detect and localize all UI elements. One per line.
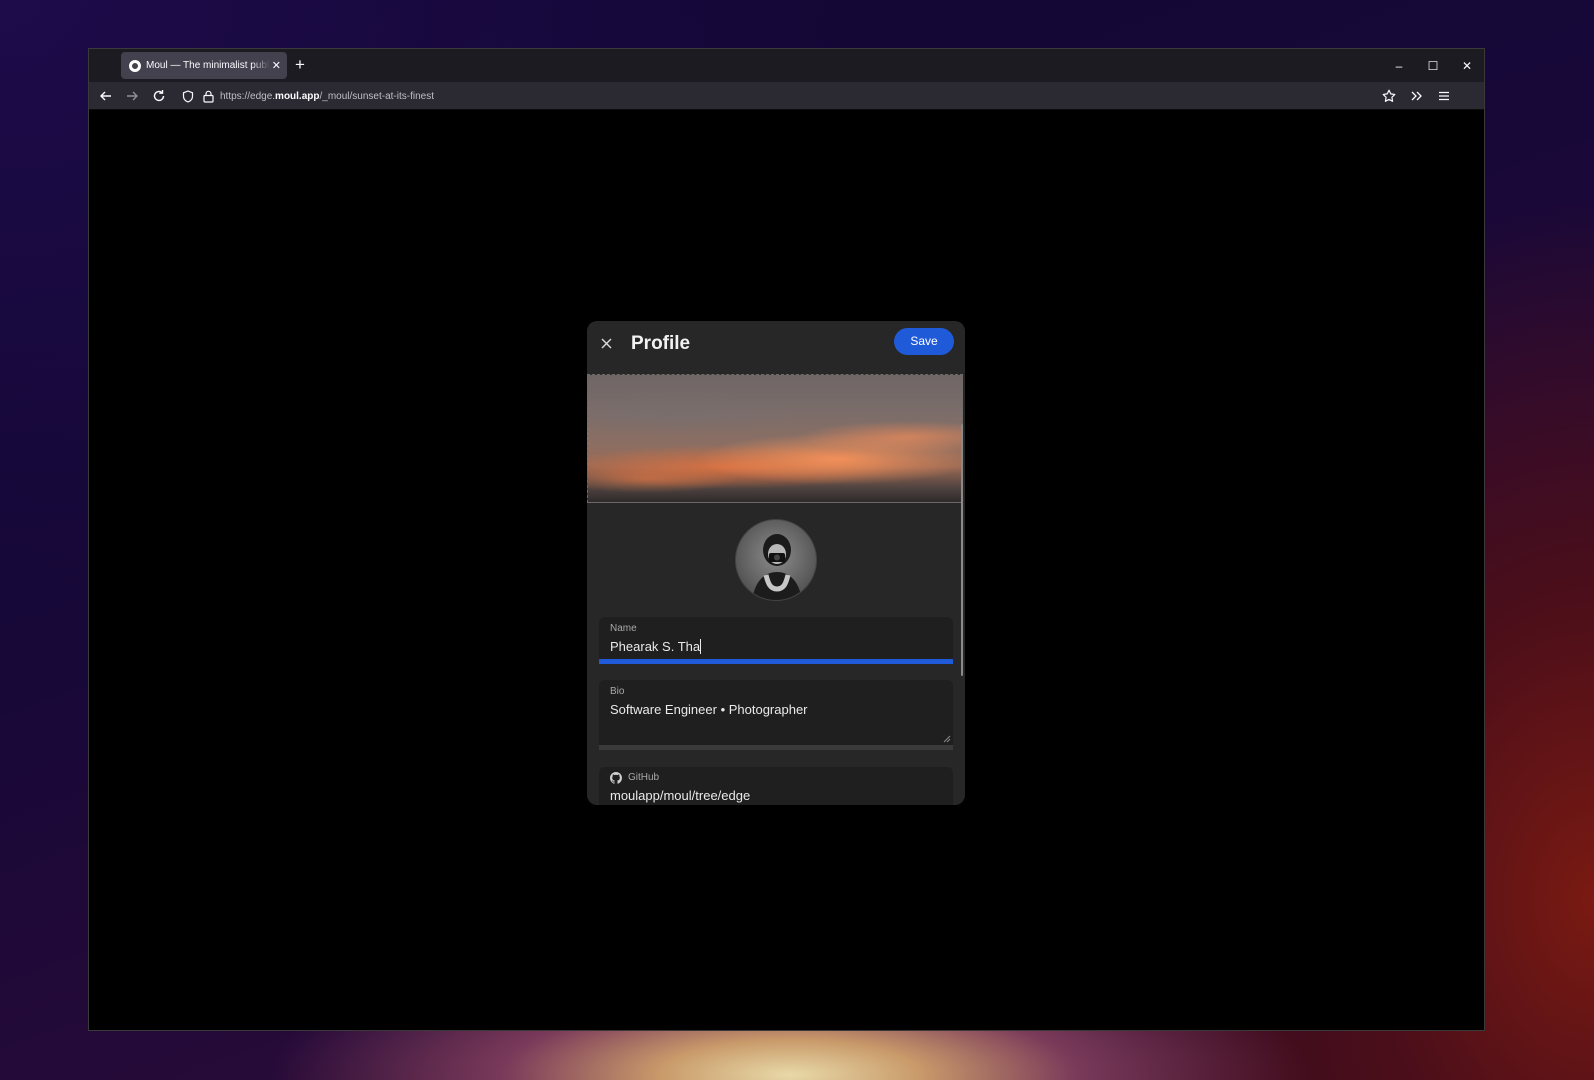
avatar[interactable]: [735, 519, 817, 601]
profile-modal: Profile Save Name Phearak S. Tha Bio Sof…: [587, 321, 965, 805]
moul-favicon-icon: [129, 59, 141, 72]
star-icon[interactable]: [1378, 86, 1400, 106]
bio-field-label: Bio: [610, 686, 625, 697]
bio-field-underline: [599, 745, 953, 750]
lock-icon[interactable]: [200, 88, 216, 104]
name-field-label: Name: [610, 623, 637, 634]
name-field[interactable]: Name Phearak S. Tha: [599, 617, 953, 664]
text-caret: [700, 639, 702, 654]
shield-icon[interactable]: [180, 88, 196, 104]
close-window-button[interactable]: ✕: [1450, 49, 1484, 82]
tab-moul[interactable]: Moul — The minimalist publishing ✕: [121, 52, 287, 79]
github-field-label: GitHub: [628, 772, 660, 783]
cover-image[interactable]: [587, 374, 963, 503]
avatar-photo-icon: [752, 534, 802, 600]
menu-icon[interactable]: [1433, 86, 1455, 106]
window-controls: – ☐ ✕: [1382, 49, 1484, 82]
nav-bar: https://edge.moul.app/_moul/sunset-at-it…: [89, 82, 1484, 110]
tab-bar: Moul — The minimalist publishing ✕ + – ☐…: [89, 49, 1484, 82]
github-field-value[interactable]: moulapp/moul/tree/edge: [610, 788, 750, 803]
tab-title: Moul — The minimalist publishing: [146, 60, 270, 71]
url-text: https://edge.moul.app/_moul/sunset-at-it…: [220, 90, 434, 102]
tab-close-icon[interactable]: ✕: [272, 59, 281, 72]
new-tab-button[interactable]: +: [295, 55, 305, 75]
minimize-button[interactable]: –: [1382, 49, 1416, 82]
extensions-icon[interactable]: [1406, 86, 1428, 106]
github-field[interactable]: GitHub moulapp/moul/tree/edge: [599, 767, 953, 805]
forward-icon[interactable]: [121, 86, 143, 106]
github-icon: [610, 771, 622, 789]
url-bar[interactable]: https://edge.moul.app/_moul/sunset-at-it…: [180, 85, 1380, 107]
close-icon[interactable]: [597, 334, 615, 352]
browser-window: Moul — The minimalist publishing ✕ + – ☐…: [88, 48, 1485, 1031]
modal-scrollbar[interactable]: [961, 424, 963, 676]
maximize-button[interactable]: ☐: [1416, 49, 1450, 82]
name-field-value[interactable]: Phearak S. Tha: [610, 639, 702, 654]
back-icon[interactable]: [95, 86, 117, 106]
bio-field-value[interactable]: Software Engineer • Photographer: [610, 702, 808, 717]
modal-scroll-area[interactable]: Name Phearak S. Tha Bio Software Enginee…: [587, 374, 965, 805]
bio-field[interactable]: Bio Software Engineer • Photographer: [599, 680, 953, 750]
resize-handle-icon[interactable]: [942, 734, 951, 743]
reload-icon[interactable]: [148, 86, 170, 106]
name-field-focus-underline: [599, 659, 953, 664]
modal-header: Profile Save: [587, 321, 965, 374]
modal-title: Profile: [631, 333, 691, 354]
save-button[interactable]: Save: [894, 328, 954, 355]
